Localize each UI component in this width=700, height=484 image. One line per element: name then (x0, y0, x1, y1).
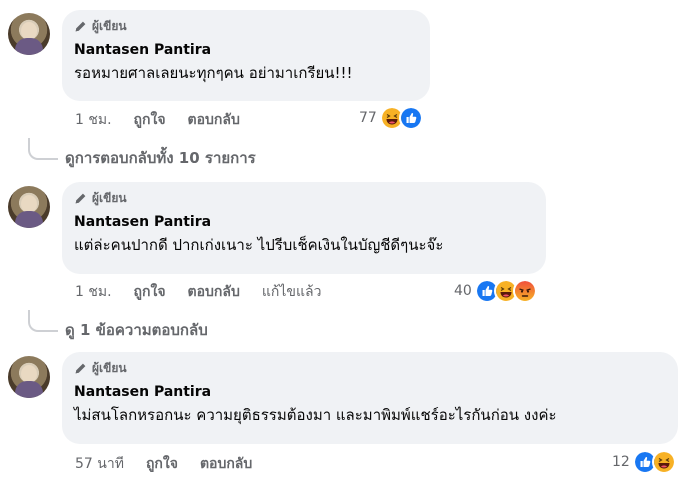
comment-actions: 57 นาที ถูกใจ ตอบกลับ (75, 454, 274, 474)
comment-actions: 1 ชม. ถูกใจ ตอบกลับ (75, 110, 262, 130)
like-icon (398, 106, 423, 130)
reply-button[interactable]: ตอบกลับ (200, 453, 252, 475)
comment-time[interactable]: 57 นาที (75, 453, 124, 475)
avatar[interactable] (8, 356, 50, 398)
author-badge-label: ผู้เขียน (92, 190, 127, 205)
comment-actions: 1 ชม. ถูกใจ ตอบกลับ แก้ไขแล้ว (75, 282, 321, 302)
comment-author[interactable]: Nantasen Pantira (74, 41, 418, 59)
author-badge-label: ผู้เขียน (92, 18, 127, 33)
comment-bubble: ผู้เขียน Nantasen Pantira รอหมายศาลเลยนะ… (62, 10, 430, 101)
author-badge: ผู้เขียน (74, 190, 534, 206)
pencil-icon (74, 362, 87, 375)
like-button[interactable]: ถูกใจ (146, 453, 178, 475)
comment-text: แต่ล่ะคนปากดี ปากเก่งเนาะ ไปรีบเช็คเงินใ… (74, 236, 444, 254)
thread-line (28, 138, 58, 160)
edited-label[interactable]: แก้ไขแล้ว (262, 281, 322, 303)
thread-line (28, 310, 58, 332)
reaction-summary[interactable]: 77 (359, 106, 423, 130)
reply-button[interactable]: ตอบกลับ (188, 281, 240, 303)
reaction-count: 77 (359, 110, 377, 126)
comment-bubble: ผู้เขียน Nantasen Pantira ไม่สนโลกหรอกนะ… (62, 352, 678, 444)
angry-icon (512, 279, 537, 303)
comment-text: รอหมายศาลเลยนะทุกๆคน อย่ามาเกรียน!!! (74, 64, 353, 82)
like-button[interactable]: ถูกใจ (134, 281, 166, 303)
pencil-icon (74, 192, 87, 205)
comment-text: ไม่สนโลกหรอกนะ ความยุติธรรมต้องมา และมาพ… (74, 406, 557, 424)
avatar[interactable] (8, 186, 50, 228)
author-badge: ผู้เขียน (74, 360, 666, 376)
comment-bubble: ผู้เขียน Nantasen Pantira แต่ล่ะคนปากดี … (62, 182, 546, 274)
view-replies-link[interactable]: ดูการตอบกลับทั้ง 10 รายการ (65, 146, 256, 170)
reaction-summary[interactable]: 40 (454, 279, 537, 303)
reply-button[interactable]: ตอบกลับ (188, 109, 240, 131)
haha-icon (651, 450, 676, 474)
comment-author[interactable]: Nantasen Pantira (74, 383, 666, 401)
reaction-count: 40 (454, 283, 472, 299)
comment-author[interactable]: Nantasen Pantira (74, 213, 534, 231)
comment-time[interactable]: 1 ชม. (75, 281, 112, 303)
like-button[interactable]: ถูกใจ (134, 109, 166, 131)
author-badge-label: ผู้เขียน (92, 360, 127, 375)
comment-time[interactable]: 1 ชม. (75, 109, 112, 131)
pencil-icon (74, 20, 87, 33)
reaction-summary[interactable]: 12 (612, 450, 676, 474)
avatar[interactable] (8, 13, 50, 55)
author-badge: ผู้เขียน (74, 18, 418, 34)
view-replies-link[interactable]: ดู 1 ข้อความตอบกลับ (65, 318, 208, 342)
reaction-count: 12 (612, 454, 630, 470)
